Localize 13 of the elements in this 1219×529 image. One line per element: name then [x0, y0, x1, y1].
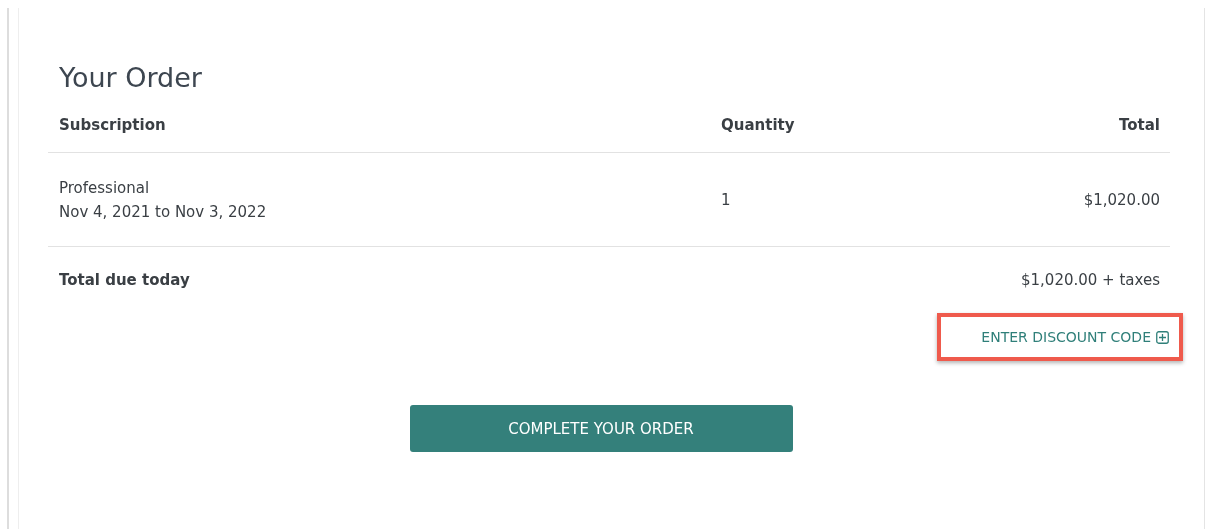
summary-value: $1,020.00 + taxes: [1021, 271, 1160, 289]
column-header: Subscription: [59, 116, 167, 134]
plan-period: Nov 4, 2021 to Nov 3, 2022: [59, 202, 268, 221]
page-title: Your Order: [58, 62, 203, 95]
discount-code-link[interactable]: ENTER DISCOUNT CODE: [981, 329, 1169, 345]
quantity-cell-text: 1: [721, 190, 732, 209]
column-header: Quantity: [721, 116, 796, 134]
complete-order-button[interactable]: COMPLETE YOUR ORDER: [409, 405, 793, 452]
plan-name: Professional: [59, 178, 151, 197]
summary-label: Total due today: [59, 271, 191, 289]
total-cell: $1,020.00: [1083, 190, 1160, 209]
column-header: Total: [1119, 116, 1160, 134]
plus-icon: [1156, 330, 1169, 344]
